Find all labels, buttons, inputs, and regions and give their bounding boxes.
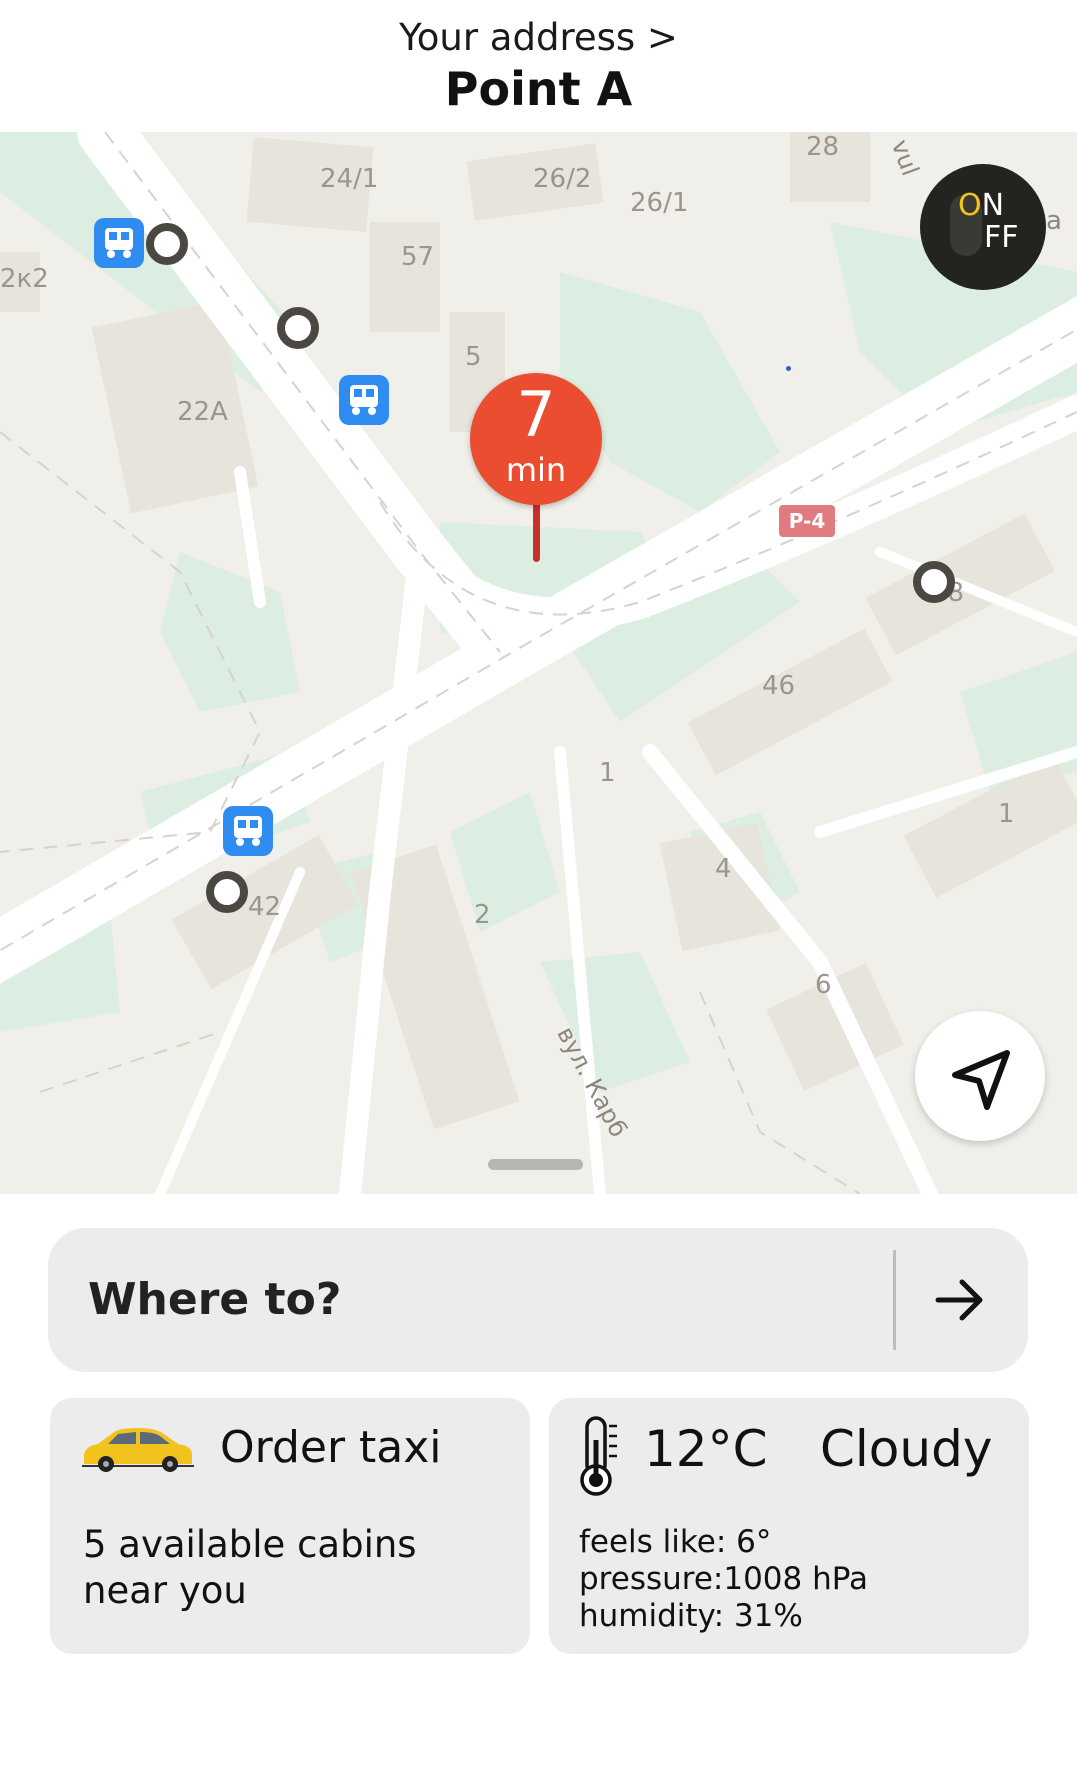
bottom-sheet: Where to? Order taxi 5 available cabins …	[0, 1194, 1077, 1768]
toggle-on-label: ON	[958, 188, 1005, 223]
weather-condition: Cloudy	[820, 1420, 993, 1478]
where-to-placeholder: Where to?	[88, 1274, 342, 1325]
house-number: 2к2	[0, 264, 49, 294]
thermometer-icon	[580, 1416, 617, 1496]
house-number: 2	[474, 900, 491, 930]
sheet-grabber[interactable]	[488, 1159, 583, 1170]
stop-ring-icon[interactable]	[206, 871, 248, 913]
bus-stop-icon[interactable]	[339, 375, 389, 425]
navigation-arrow-icon	[952, 1050, 1010, 1110]
user-location-dot	[786, 366, 791, 371]
house-number: 26/1	[630, 188, 689, 218]
pickup-pin-stick	[533, 502, 540, 562]
eta-value: 7	[516, 378, 556, 451]
bus-stop-icon[interactable]	[94, 218, 144, 268]
house-number: 57	[401, 242, 435, 272]
available-cabins-text: 5 available cabins near you	[83, 1523, 417, 1612]
power-toggle-button[interactable]: ON FF	[920, 164, 1046, 290]
header: Your address > Point A	[0, 0, 1077, 132]
pickup-pin[interactable]: 7 min	[470, 373, 602, 505]
street-label: a	[1046, 206, 1062, 236]
map-view[interactable]: 24/1 26/2 26/1 28 57 22A 48 46 1 1 4 42 …	[0, 132, 1077, 1194]
stop-ring-icon[interactable]	[913, 561, 955, 603]
feels-like: feels like: 6°	[579, 1524, 772, 1560]
house-number: 6	[815, 970, 832, 1000]
temperature: 12°C	[644, 1420, 768, 1478]
pressure: pressure:1008 hPa	[579, 1561, 869, 1597]
house-number: 26/2	[533, 164, 592, 194]
your-address-link[interactable]: Your address >	[0, 16, 1077, 59]
weather-card: 12°C Cloudy feels like: 6° pressure:1008…	[549, 1398, 1029, 1654]
order-taxi-title: Order taxi	[220, 1422, 442, 1473]
toggle-off-label: FF	[984, 220, 1019, 255]
order-taxi-card[interactable]: Order taxi 5 available cabins near you	[50, 1398, 530, 1654]
house-number: 5	[465, 342, 482, 372]
destination-search[interactable]: Where to?	[48, 1228, 1028, 1372]
house-number: 28	[806, 132, 840, 162]
stop-ring-icon[interactable]	[277, 307, 319, 349]
bus-stop-icon[interactable]	[223, 806, 273, 856]
arrow-right-icon[interactable]	[928, 1268, 992, 1332]
stop-ring-icon[interactable]	[146, 223, 188, 265]
humidity: humidity: 31%	[579, 1598, 803, 1634]
house-number: 22A	[177, 397, 228, 427]
house-number: 42	[248, 892, 282, 922]
locate-me-button[interactable]	[915, 1011, 1045, 1141]
house-number: 46	[762, 671, 796, 701]
house-number: 1	[599, 758, 616, 788]
taxi-car-icon	[82, 1428, 194, 1472]
search-divider	[893, 1250, 896, 1350]
house-number: 24/1	[320, 164, 379, 194]
road-badge: P-4	[779, 505, 835, 537]
house-number: 4	[715, 854, 732, 884]
pickup-point-title[interactable]: Point A	[0, 62, 1077, 116]
eta-unit: min	[505, 451, 567, 489]
house-number: 1	[998, 799, 1015, 829]
